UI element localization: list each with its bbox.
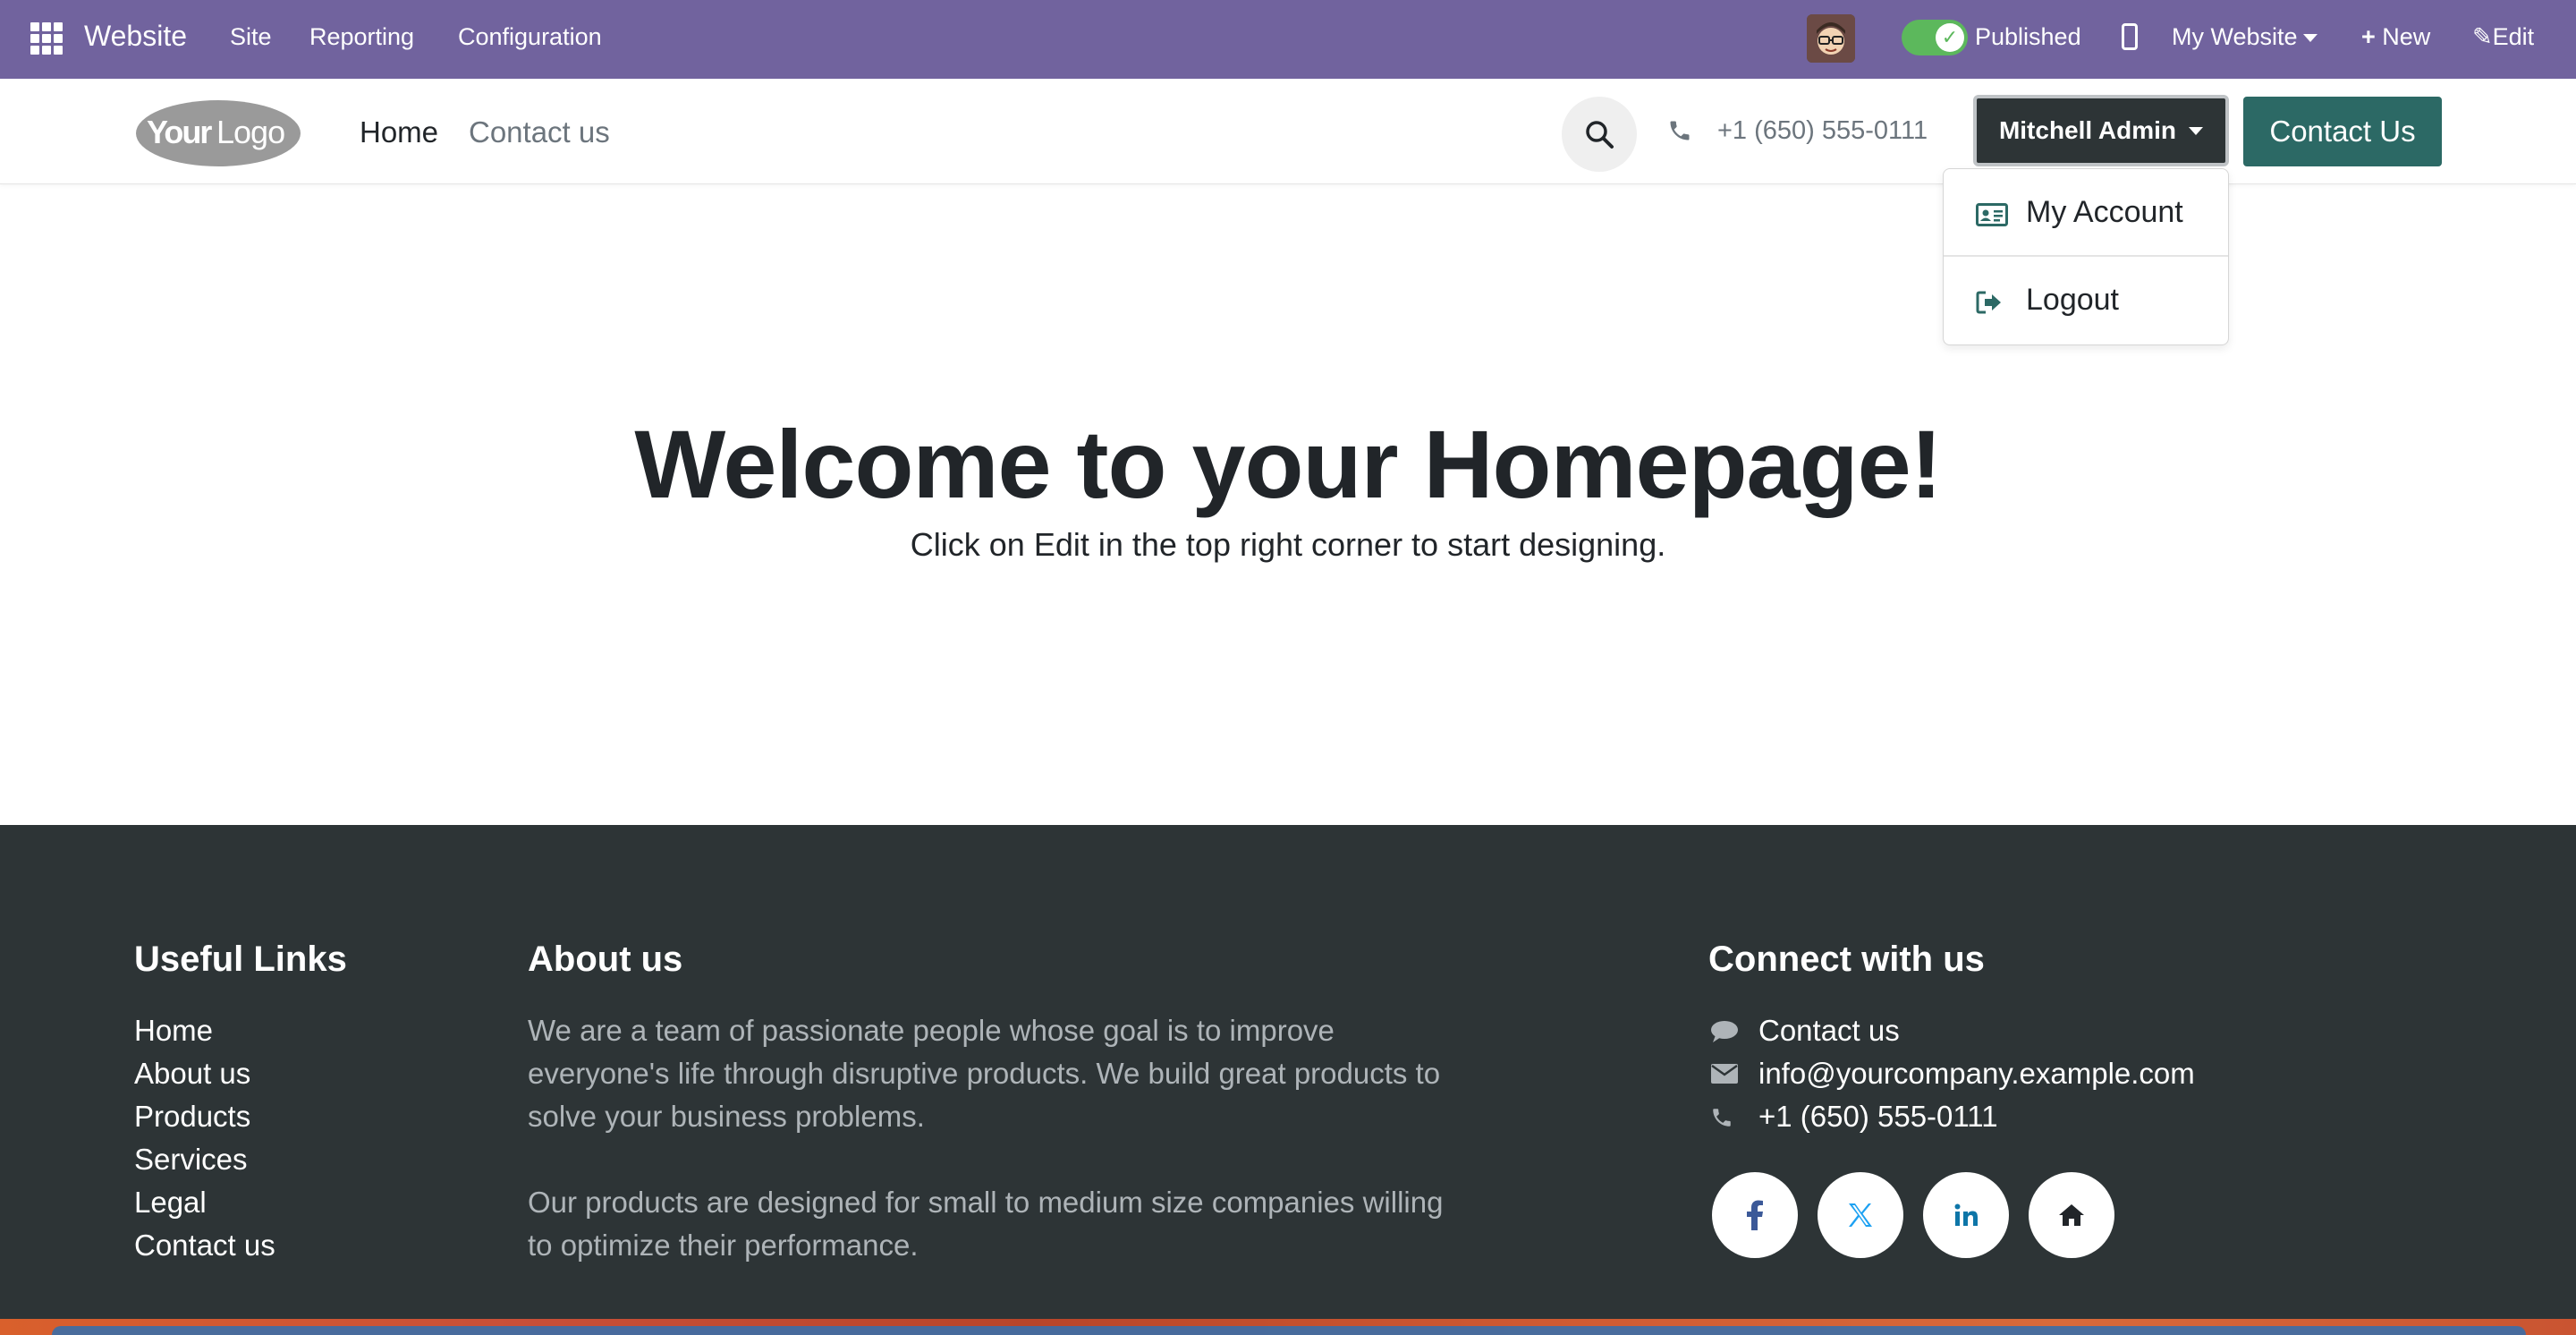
search-button[interactable] (1562, 97, 1637, 172)
my-website-dropdown[interactable]: My Website (2172, 23, 2318, 51)
about-us-text: We are a team of passionate people whose… (528, 1009, 1476, 1267)
footer-link-contact-us[interactable]: Contact us (134, 1224, 275, 1267)
published-toggle[interactable]: ✓ (1902, 20, 1968, 55)
site-footer: Useful Links Home About us Products Serv… (0, 825, 2576, 1319)
about-paragraph-1: We are a team of passionate people whose… (528, 1014, 1441, 1133)
connect-list: Contact us info@yourcompany.example.com … (1708, 1009, 2195, 1138)
search-icon (1586, 121, 1614, 149)
footer-link-legal[interactable]: Legal (134, 1181, 275, 1224)
connect-email-text: info@yourcompany.example.com (1758, 1057, 2195, 1090)
plus-icon: + (2361, 23, 2376, 50)
new-label: New (2382, 23, 2431, 50)
header-phone[interactable]: +1 (650) 555-0111 (1717, 116, 1928, 146)
my-website-label: My Website (2172, 23, 2298, 50)
phone-icon (1670, 121, 1690, 140)
published-label: Published (1975, 23, 2081, 50)
footer-link-services[interactable]: Services (134, 1138, 275, 1181)
phone-icon (1713, 1109, 1731, 1127)
useful-links-heading: Useful Links (134, 940, 347, 979)
connect-email[interactable]: info@yourcompany.example.com (1708, 1052, 2195, 1095)
connect-phone[interactable]: +1 (650) 555-0111 (1708, 1095, 2195, 1138)
edit-label: Edit (2492, 23, 2535, 50)
subtitle-text-before: Click on (910, 526, 1034, 563)
admin-top-bar: Website Site Reporting Configuration ✓ P… (0, 0, 2576, 79)
edit-button[interactable]: ✎Edit (2472, 23, 2534, 51)
mobile-preview-icon[interactable] (2122, 23, 2138, 50)
apps-grid-icon[interactable] (30, 22, 63, 55)
nav-contact-us[interactable]: Contact us (469, 115, 610, 149)
page-subtitle: Click on Edit in the top right corner to… (0, 526, 2576, 564)
footer-link-home[interactable]: Home (134, 1009, 275, 1052)
desktop-background-strip (0, 1319, 2576, 1335)
subtitle-text-after: in the top right corner to start designi… (1089, 526, 1666, 563)
admin-brand[interactable]: Website (84, 20, 187, 53)
caret-down-icon (2302, 34, 2318, 43)
svg-text:Logo: Logo (216, 114, 284, 150)
useful-links-list: Home About us Products Services Legal Co… (134, 1009, 275, 1267)
about-us-heading: About us (528, 940, 683, 979)
social-links (1712, 1172, 2114, 1258)
site-logo[interactable]: Your Logo (134, 97, 302, 170)
x-twitter-icon[interactable] (1818, 1172, 1903, 1258)
user-name: Mitchell Admin (1998, 116, 2177, 144)
admin-menu-site[interactable]: Site (230, 23, 272, 51)
page-title: Welcome to your Homepage! (634, 410, 1942, 518)
nav-home[interactable]: Home (360, 115, 438, 149)
user-avatar[interactable] (1807, 14, 1855, 63)
facebook-icon[interactable] (1712, 1172, 1798, 1258)
check-icon: ✓ (1936, 23, 1964, 52)
admin-menu-reporting[interactable]: Reporting (309, 23, 414, 51)
home-icon[interactable] (2029, 1172, 2114, 1258)
user-dropdown-menu: My Account Logout (1943, 168, 2229, 345)
admin-menu-configuration[interactable]: Configuration (458, 23, 602, 51)
connect-contact-us[interactable]: Contact us (1708, 1009, 2195, 1052)
dropdown-item-logout[interactable]: Logout (1944, 257, 2228, 343)
contact-us-button[interactable]: Contact Us (2243, 97, 2442, 166)
footer-link-about-us[interactable]: About us (134, 1052, 275, 1095)
id-card-icon (1976, 203, 2008, 226)
envelope-icon (1711, 1064, 1738, 1084)
about-paragraph-2: Our products are designed for small to m… (528, 1186, 1444, 1262)
sign-out-icon (1976, 291, 2001, 314)
user-menu-button[interactable]: Mitchell Admin (1973, 95, 2229, 166)
linkedin-icon[interactable] (1923, 1172, 2009, 1258)
footer-link-products[interactable]: Products (134, 1095, 275, 1138)
connect-heading: Connect with us (1708, 940, 1985, 979)
new-button[interactable]: + New (2361, 23, 2430, 51)
comment-icon (1711, 1021, 1738, 1042)
connect-phone-text: +1 (650) 555-0111 (1758, 1100, 1998, 1133)
connect-contact-text: Contact us (1758, 1014, 1900, 1047)
logout-label: Logout (2026, 282, 2119, 317)
caret-down-icon (2189, 126, 2204, 135)
svg-text:Your: Your (147, 114, 212, 150)
my-account-label: My Account (2026, 194, 2183, 229)
subtitle-edit-word: Edit (1033, 526, 1089, 563)
dropdown-item-my-account[interactable]: My Account (1944, 169, 2228, 255)
pencil-icon: ✎ (2472, 23, 2493, 50)
